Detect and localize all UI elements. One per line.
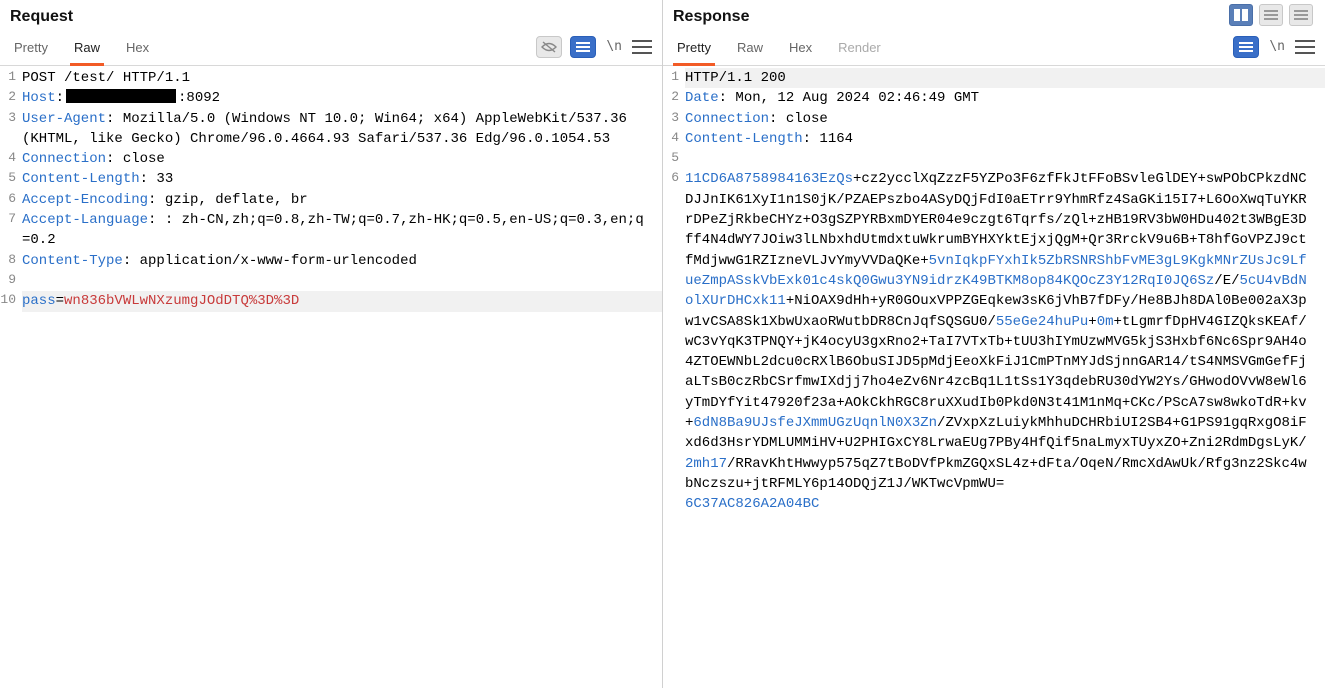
view-single-button[interactable] bbox=[1289, 4, 1313, 26]
response-line-3: Connection: close bbox=[685, 109, 1325, 129]
tab-response-render[interactable]: Render bbox=[834, 34, 885, 66]
tab-response-raw[interactable]: Raw bbox=[733, 34, 767, 66]
request-line-1: POST /test/ HTTP/1.1 bbox=[22, 68, 662, 88]
request-line-10: pass=wn836bVWLwNXzumgJOdDTQ%3D%3D bbox=[22, 291, 662, 311]
request-line-2: Host::8092 bbox=[22, 88, 662, 108]
response-line-5 bbox=[685, 149, 1325, 169]
global-view-controls bbox=[1229, 4, 1313, 26]
wrap-toggle[interactable]: \n bbox=[604, 39, 624, 54]
tab-response-hex[interactable]: Hex bbox=[785, 34, 816, 66]
response-title: Response bbox=[673, 8, 749, 25]
view-columns-button[interactable] bbox=[1229, 4, 1253, 26]
wrap-toggle[interactable]: \n bbox=[1267, 39, 1287, 54]
response-line-1: HTTP/1.1 200 bbox=[685, 68, 1325, 88]
response-header: Response bbox=[663, 0, 1325, 30]
request-title: Request bbox=[10, 8, 73, 25]
request-line-8: Content-Type: application/x-www-form-url… bbox=[22, 251, 662, 271]
request-line-9 bbox=[22, 271, 662, 291]
request-line-6: Accept-Encoding: gzip, deflate, br bbox=[22, 190, 662, 210]
menu-icon[interactable] bbox=[1295, 40, 1315, 54]
lines-icon[interactable] bbox=[570, 36, 596, 58]
tab-request-pretty[interactable]: Pretty bbox=[10, 34, 52, 66]
response-line-2: Date: Mon, 12 Aug 2024 02:46:49 GMT bbox=[685, 88, 1325, 108]
tab-request-hex[interactable]: Hex bbox=[122, 34, 153, 66]
response-body[interactable]: 1HTTP/1.1 200 2Date: Mon, 12 Aug 2024 02… bbox=[663, 66, 1325, 688]
response-line-6: 11CD6A8758984163EzQs+cz2ycclXqZzzF5YZPo3… bbox=[685, 169, 1325, 514]
request-line-5: Content-Length: 33 bbox=[22, 169, 662, 189]
request-line-3: User-Agent: Mozilla/5.0 (Windows NT 10.0… bbox=[22, 109, 662, 150]
request-line-7: Accept-Language: : zh-CN,zh;q=0.8,zh-TW;… bbox=[22, 210, 662, 251]
request-line-4: Connection: close bbox=[22, 149, 662, 169]
eye-disabled-icon[interactable] bbox=[536, 36, 562, 58]
tab-response-pretty[interactable]: Pretty bbox=[673, 34, 715, 66]
request-body[interactable]: 1POST /test/ HTTP/1.1 2Host::8092 3User-… bbox=[0, 66, 662, 688]
response-line-4: Content-Length: 1164 bbox=[685, 129, 1325, 149]
tab-request-raw[interactable]: Raw bbox=[70, 34, 104, 66]
request-tabbar: Pretty Raw Hex \n bbox=[0, 30, 662, 66]
request-pane: Request Pretty Raw Hex \n 1POST /test/ H… bbox=[0, 0, 663, 688]
lines-icon[interactable] bbox=[1233, 36, 1259, 58]
response-tabbar: Pretty Raw Hex Render \n bbox=[663, 30, 1325, 66]
response-pane: Response Pretty Raw Hex Render \n 1HTTP/… bbox=[663, 0, 1325, 688]
menu-icon[interactable] bbox=[632, 40, 652, 54]
request-header: Request bbox=[0, 0, 662, 30]
view-rows-button[interactable] bbox=[1259, 4, 1283, 26]
redacted-host bbox=[66, 89, 176, 103]
